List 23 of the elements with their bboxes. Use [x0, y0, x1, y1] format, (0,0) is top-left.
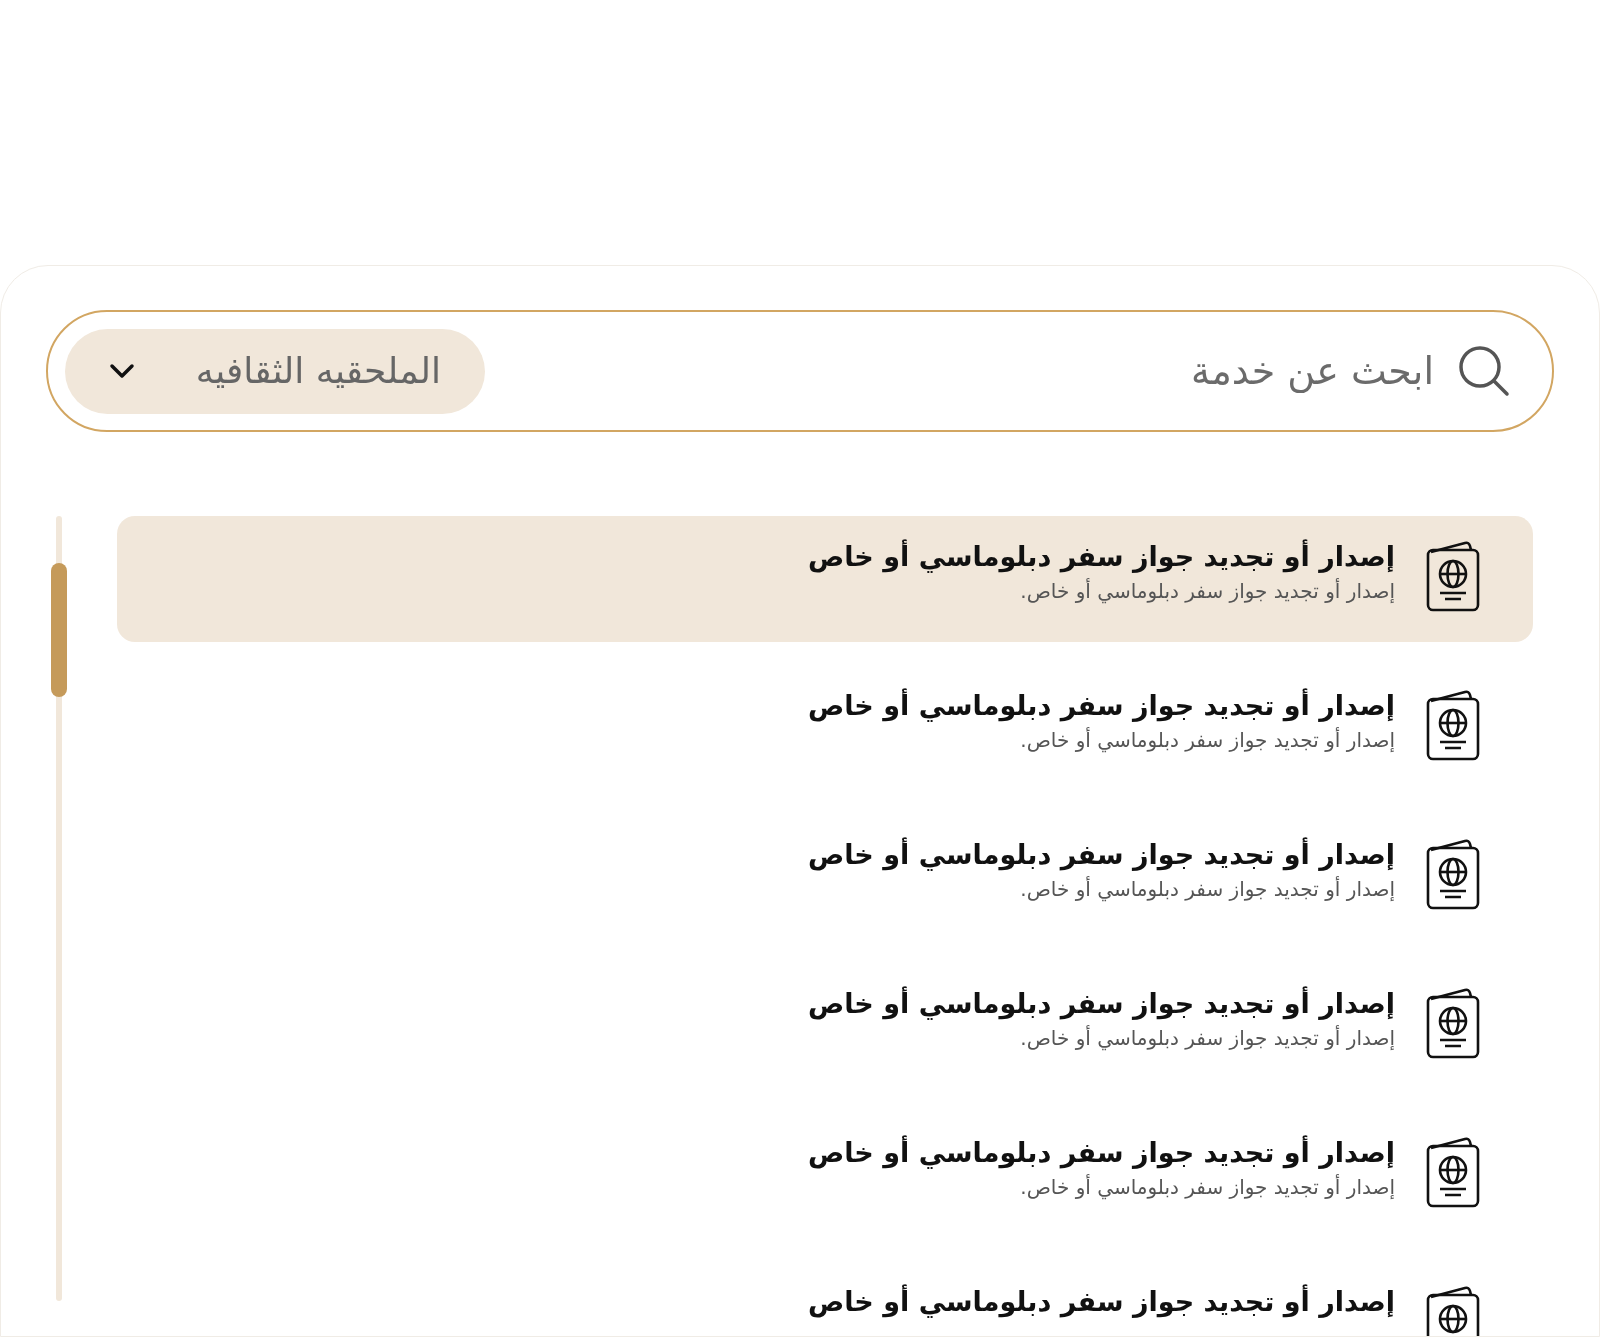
service-title: إصدار أو تجديد جواز سفر دبلوماسي أو خاص — [807, 1136, 1395, 1170]
service-description: إصدار أو تجديد جواز سفر دبلوماسي أو خاص. — [1019, 1174, 1395, 1200]
service-description: إصدار أو تجديد جواز سفر دبلوماسي أو خاص. — [1019, 876, 1395, 902]
passport-icon — [1425, 987, 1481, 1059]
service-title: إصدار أو تجديد جواز سفر دبلوماسي أو خاص — [807, 540, 1395, 574]
service-item[interactable]: إصدار أو تجديد جواز سفر دبلوماسي أو خاص إصدار أو تجديد جواز سفر دبلوماسي أو خاص. — [117, 516, 1533, 642]
passport-icon — [1425, 540, 1481, 612]
passport-icon — [1425, 1285, 1481, 1336]
passport-icon — [1425, 838, 1481, 910]
service-title: إصدار أو تجديد جواز سفر دبلوماسي أو خاص — [807, 838, 1395, 872]
service-title: إصدار أو تجديد جواز سفر دبلوماسي أو خاص — [807, 689, 1395, 723]
chevron-down-icon — [109, 363, 135, 379]
service-title: إصدار أو تجديد جواز سفر دبلوماسي أو خاص — [807, 1285, 1395, 1319]
service-title: إصدار أو تجديد جواز سفر دبلوماسي أو خاص — [807, 987, 1395, 1021]
filter-dropdown[interactable]: الملحقيه الثقافيه — [65, 328, 485, 414]
scrollbar[interactable] — [51, 516, 67, 1301]
service-description: إصدار أو تجديد جواز سفر دبلوماسي أو خاص. — [1019, 578, 1395, 604]
search-icon — [1458, 345, 1510, 397]
passport-icon — [1425, 689, 1481, 761]
passport-icon — [1425, 1136, 1481, 1208]
search-field[interactable]: ابحث عن خدمة الملحقيه الثقافيه — [46, 310, 1554, 432]
service-description: إصدار أو تجديد جواز سفر دبلوماسي أو خاص. — [1019, 1025, 1395, 1051]
service-description: إصدار أو تجديد جواز سفر دبلوماسي أو خاص. — [1019, 727, 1395, 753]
